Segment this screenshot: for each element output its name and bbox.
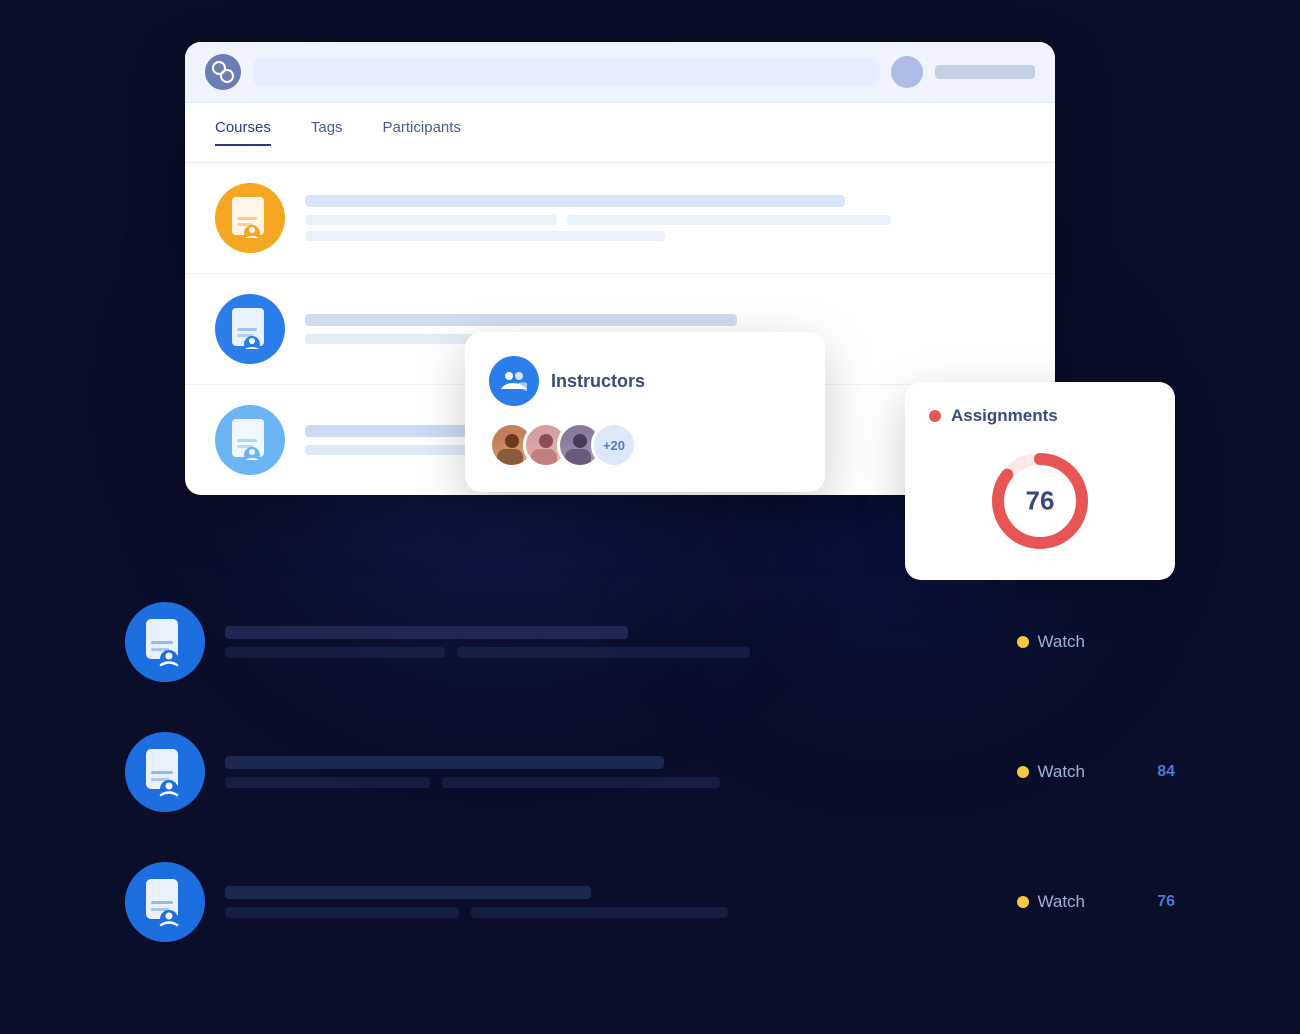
- standalone-row-1: Watch: [125, 602, 1175, 682]
- course-title-1: [305, 195, 845, 207]
- red-dot-icon: [929, 410, 941, 422]
- course-sub-1: [305, 215, 1025, 225]
- standalone-rows: Watch: [125, 602, 1175, 992]
- course-row-1: [185, 163, 1055, 274]
- course-icon-3: [215, 405, 285, 475]
- assignments-header: Assignments: [929, 406, 1151, 426]
- row-number-2: 84: [1145, 763, 1175, 781]
- app-logo: [205, 54, 241, 90]
- standalone-row-3: Watch 76: [125, 862, 1175, 942]
- course-title-2: [305, 314, 737, 326]
- yellow-dot-2: [1017, 766, 1029, 778]
- watch-label-3: Watch: [1037, 892, 1085, 912]
- watch-badge-3: Watch: [1017, 892, 1085, 912]
- row-icon-3: [125, 862, 205, 942]
- watch-badge-2: Watch: [1017, 762, 1085, 782]
- row-content-1: [225, 626, 957, 658]
- watch-label-1: Watch: [1037, 632, 1085, 652]
- course-details-1: [305, 195, 1025, 241]
- assignments-title: Assignments: [951, 406, 1058, 426]
- instructors-icon: [489, 356, 539, 406]
- assignments-card: Assignments 76: [905, 382, 1175, 580]
- user-name: [935, 65, 1035, 79]
- row-title-2: [225, 756, 664, 769]
- donut: 76: [985, 446, 1095, 556]
- yellow-dot-3: [1017, 896, 1029, 908]
- watch-badge-1: Watch: [1017, 632, 1085, 652]
- instructors-header: Instructors: [489, 356, 801, 406]
- course-sub-1b: [305, 231, 665, 241]
- row-icon-2: [125, 732, 205, 812]
- user-avatar: [891, 56, 923, 88]
- instructors-card: Instructors +20: [465, 332, 825, 492]
- yellow-dot-1: [1017, 636, 1029, 648]
- row-title-1: [225, 626, 628, 639]
- nav-courses[interactable]: Courses: [215, 119, 271, 146]
- course-icon-1: [215, 183, 285, 253]
- course-icon-2: [215, 294, 285, 364]
- instructors-title: Instructors: [551, 371, 645, 392]
- search-bar[interactable]: [253, 58, 879, 86]
- row-number-3: 76: [1145, 893, 1175, 911]
- row-title-3: [225, 886, 591, 899]
- scene: Courses Tags Participants: [125, 42, 1175, 992]
- row-content-3: [225, 886, 957, 918]
- nav-participants[interactable]: Participants: [383, 119, 461, 146]
- main-nav: Courses Tags Participants: [185, 103, 1055, 163]
- donut-value: 76: [1026, 486, 1055, 517]
- standalone-row-2: Watch 84: [125, 732, 1175, 812]
- nav-tags[interactable]: Tags: [311, 119, 343, 146]
- row-icon-1: [125, 602, 205, 682]
- avatar-plus: +20: [591, 422, 637, 468]
- watch-label-2: Watch: [1037, 762, 1085, 782]
- instructor-avatars: +20: [489, 422, 801, 468]
- app-header: [185, 42, 1055, 103]
- row-content-2: [225, 756, 957, 788]
- donut-chart: 76: [929, 446, 1151, 556]
- logo-icon: [212, 61, 234, 83]
